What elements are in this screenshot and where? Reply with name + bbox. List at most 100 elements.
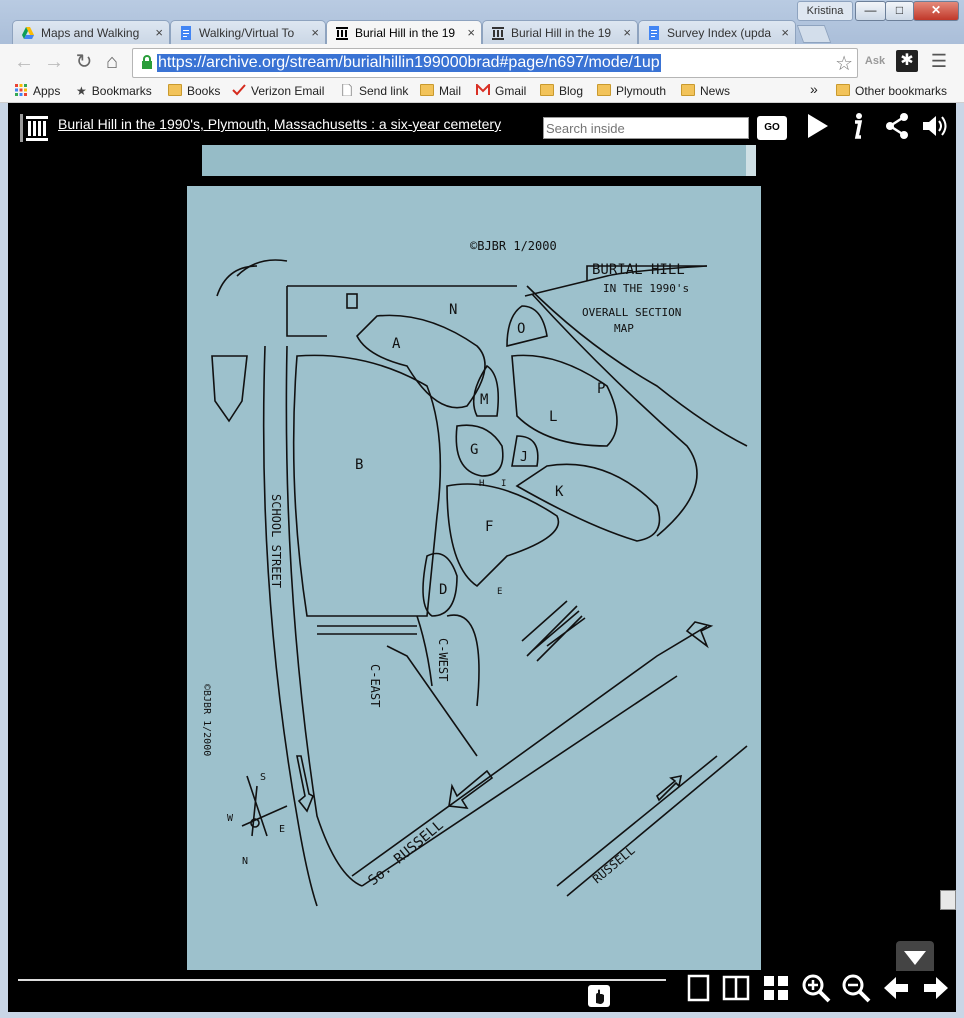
tab-close-icon[interactable]: ×	[155, 21, 163, 45]
tab-maps-and-walking[interactable]: Maps and Walking ×	[12, 20, 170, 45]
page-scrollbar[interactable]	[940, 145, 956, 965]
tab-walking-virtual-tour[interactable]: Walking/Virtual To ×	[170, 20, 326, 45]
one-page-view-icon[interactable]	[684, 973, 714, 1003]
bookmarks-overflow-button[interactable]: »	[810, 81, 818, 97]
section-label-d: D	[439, 582, 447, 598]
bookmark-star-icon[interactable]: ☆	[835, 51, 853, 76]
tab-label: Survey Index (upda	[667, 26, 772, 40]
bookmark-books[interactable]: Books	[168, 83, 220, 99]
address-bar[interactable]: https://archive.org/stream/burialhillin1…	[132, 48, 858, 78]
map-copyright-top: ©BJBR 1/2000	[470, 239, 557, 253]
search-inside-input[interactable]	[543, 117, 749, 139]
tab-close-icon[interactable]: ×	[311, 21, 319, 45]
thumbnail-view-icon[interactable]	[761, 973, 791, 1003]
section-label-j: J	[520, 450, 528, 465]
section-label-g: G	[470, 442, 478, 458]
bookmark-label: Mail	[439, 84, 462, 98]
folder-icon	[681, 84, 695, 96]
bookmark-label: Plymouth	[616, 84, 667, 98]
book-title-link[interactable]: Burial Hill in the 1990's, Plymouth, Mas…	[58, 116, 501, 132]
internet-archive-icon	[492, 27, 504, 40]
zoom-out-icon[interactable]	[841, 973, 871, 1003]
profile-badge[interactable]: Kristina	[797, 1, 853, 21]
minimize-button[interactable]: —	[855, 1, 886, 21]
page-scrollbar-thumb[interactable]	[940, 890, 956, 910]
bookmark-apps[interactable]: Apps	[14, 83, 60, 99]
tab-label: Burial Hill in the 19	[355, 26, 456, 40]
menu-icon[interactable]: ☰	[928, 50, 950, 72]
google-docs-icon	[181, 26, 191, 40]
forward-arrow-icon[interactable]: →	[42, 50, 66, 74]
google-docs-icon	[649, 26, 659, 40]
section-label-k: K	[555, 484, 564, 500]
bookmark-bookmarks[interactable]: ★ Bookmarks	[76, 83, 152, 99]
section-label-f: F	[485, 519, 493, 535]
share-icon[interactable]	[882, 111, 912, 141]
bookmark-label: Apps	[33, 84, 61, 98]
new-tab-button[interactable]	[796, 25, 832, 43]
folder-icon	[540, 84, 554, 96]
tab-label: Maps and Walking	[41, 26, 140, 40]
bookmark-blog[interactable]: Blog	[540, 83, 583, 99]
internet-archive-logo[interactable]	[20, 110, 50, 144]
play-icon[interactable]	[802, 111, 832, 141]
section-label-o: O	[517, 321, 525, 337]
section-label-i: I	[501, 479, 506, 489]
bookmark-verizon-email[interactable]: Verizon Email	[232, 83, 324, 99]
slider-handle[interactable]	[588, 985, 610, 1007]
folder-icon	[836, 84, 850, 96]
page-icon	[342, 84, 352, 96]
bookmark-label: Verizon Email	[251, 84, 325, 98]
browser-toolbar: ← → ↻ ⌂ https://archive.org/stream/buria…	[0, 44, 964, 81]
hand-pointer-icon	[596, 989, 604, 1004]
home-icon[interactable]: ⌂	[100, 50, 124, 74]
go-button[interactable]: GO	[757, 116, 787, 140]
bookmark-gmail[interactable]: Gmail	[476, 83, 526, 99]
section-label-m: M	[480, 392, 488, 408]
next-page-arrow-icon[interactable]	[921, 973, 951, 1003]
book-page: ©BJBR 1/2000 BURIAL HILL IN THE 1990's O…	[187, 186, 761, 970]
two-page-view-icon[interactable]	[721, 973, 751, 1003]
bookmark-other-bookmarks[interactable]: Other bookmarks	[836, 83, 947, 99]
maximize-button[interactable]: □	[885, 1, 914, 21]
page-navigation-slider[interactable]	[18, 979, 666, 981]
tab-label: Burial Hill in the 19	[511, 26, 612, 40]
apps-grid-icon	[15, 84, 27, 96]
toggle-toolbar-button[interactable]	[896, 941, 934, 971]
section-label-e: E	[497, 587, 502, 597]
zoom-in-icon[interactable]	[801, 973, 831, 1003]
previous-page-arrow-icon[interactable]	[881, 973, 911, 1003]
speaker-icon[interactable]	[920, 111, 950, 141]
tab-close-icon[interactable]: ×	[467, 21, 475, 45]
map-title-line-1: BURIAL HILL	[592, 262, 685, 278]
book-viewer: Burial Hill in the 1990's, Plymouth, Mas…	[8, 103, 956, 1012]
bookmark-plymouth[interactable]: Plymouth	[597, 83, 666, 99]
window-close-button[interactable]: ✕	[913, 1, 959, 21]
russell-label: RUSSELL	[590, 843, 638, 886]
info-icon[interactable]	[842, 111, 872, 141]
ask-extension-icon[interactable]: Ask	[864, 50, 886, 72]
bookmark-label: Bookmarks	[91, 84, 152, 98]
folder-icon	[168, 84, 182, 96]
map-copyright-side: ©BJBR 1/2000	[201, 684, 212, 756]
bookmark-mail[interactable]: Mail	[420, 83, 461, 99]
previous-page-sliver	[202, 145, 756, 176]
back-arrow-icon[interactable]: ←	[12, 50, 36, 74]
tab-close-icon[interactable]: ×	[623, 21, 631, 45]
asterisk-extension-icon[interactable]: ✱	[896, 50, 918, 72]
tab-close-icon[interactable]: ×	[781, 21, 789, 45]
bookmark-news[interactable]: News	[681, 83, 730, 99]
compass-n: N	[242, 856, 248, 867]
tab-burial-hill-2[interactable]: Burial Hill in the 19 ×	[482, 20, 638, 45]
bookmark-send-link[interactable]: Send link	[340, 83, 408, 99]
bookmark-label: Gmail	[495, 84, 527, 98]
tab-survey-index[interactable]: Survey Index (upda ×	[638, 20, 796, 45]
reload-icon[interactable]: ↻	[72, 50, 96, 74]
url-text[interactable]: https://archive.org/stream/burialhillin1…	[157, 54, 661, 72]
lock-icon	[142, 55, 152, 69]
folder-icon	[420, 84, 434, 96]
tab-burial-hill-active[interactable]: Burial Hill in the 19 ×	[326, 20, 482, 45]
compass-s: S	[260, 772, 266, 783]
section-label-p: P	[597, 381, 605, 397]
bookmark-label: Blog	[559, 84, 584, 98]
